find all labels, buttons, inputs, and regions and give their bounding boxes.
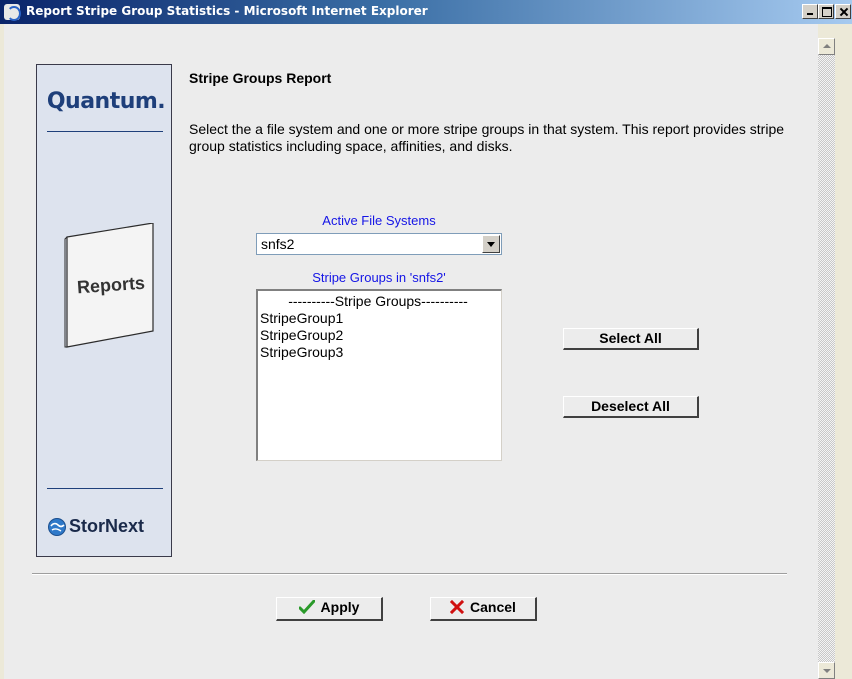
stornext-logo: StorNext	[47, 515, 171, 539]
scroll-down-arrow-icon[interactable]	[818, 662, 835, 679]
sidebar-divider	[47, 131, 163, 132]
select-all-button[interactable]: Select All	[563, 328, 699, 350]
file-system-selected-value: snfs2	[261, 236, 295, 252]
list-item[interactable]: StripeGroup3	[258, 344, 498, 361]
file-systems-label: Active File Systems	[322, 213, 436, 228]
cancel-button[interactable]: Cancel	[430, 597, 537, 621]
page-title: Stripe Groups Report	[189, 70, 332, 86]
title-bar[interactable]: Report Stripe Group Statistics - Microso…	[0, 0, 852, 24]
apply-button[interactable]: Apply	[276, 597, 383, 621]
chevron-down-icon[interactable]	[482, 235, 500, 253]
footer-divider	[32, 573, 787, 575]
list-item[interactable]: StripeGroup1	[258, 310, 498, 327]
storenext-globe-icon	[47, 517, 67, 537]
apply-label: Apply	[320, 599, 360, 615]
vertical-scrollbar[interactable]	[818, 38, 835, 679]
minimize-icon[interactable]	[802, 4, 818, 19]
sidebar-panel: Quantum. Reports StorNext	[36, 64, 172, 557]
stornext-wordmark: StorNext	[69, 516, 145, 536]
list-item[interactable]: StripeGroup2	[258, 327, 498, 344]
deselect-all-button[interactable]: Deselect All	[563, 396, 699, 418]
reports-graphic: Reports	[63, 223, 155, 349]
scroll-up-arrow-icon[interactable]	[818, 38, 835, 55]
x-icon	[449, 599, 465, 618]
ie-icon	[4, 4, 21, 21]
maximize-icon[interactable]	[818, 4, 834, 19]
window-title: Report Stripe Group Statistics - Microso…	[26, 4, 428, 18]
close-icon[interactable]	[835, 4, 851, 19]
cancel-label: Cancel	[470, 599, 516, 615]
stripe-groups-listbox[interactable]: ----------Stripe Groups---------- Stripe…	[256, 289, 502, 461]
page-description: Select the a file system and one or more…	[189, 121, 785, 154]
quantum-logo: Quantum.	[46, 89, 166, 114]
file-system-select[interactable]: snfs2	[256, 233, 502, 255]
stripe-groups-label: Stripe Groups in 'snfs2'	[312, 270, 446, 285]
browser-window: Report Stripe Group Statistics - Microso…	[0, 0, 852, 679]
list-item[interactable]: ----------Stripe Groups----------	[258, 293, 498, 310]
checkmark-icon	[298, 599, 316, 618]
sidebar-divider-bottom	[47, 488, 163, 489]
